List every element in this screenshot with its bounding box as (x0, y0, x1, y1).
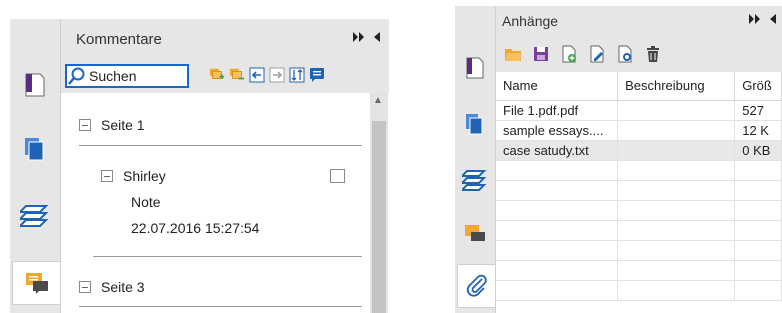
tab-page-thumbnails[interactable] (10, 63, 60, 107)
comment-type: Note (131, 194, 161, 210)
collapse-all-icon[interactable] (229, 67, 245, 83)
table-row-empty (496, 160, 782, 181)
paperclip-icon (466, 274, 487, 297)
table-row-empty (496, 200, 782, 221)
search-input[interactable]: Suchen (65, 64, 189, 88)
page-label: Seite 1 (101, 117, 145, 133)
collapse-panel-icon[interactable] (769, 14, 777, 24)
delete-icon[interactable] (644, 45, 662, 63)
panel-controls (353, 32, 381, 42)
table-row-empty (496, 220, 782, 241)
cell-name[interactable]: case satudy.txt (496, 140, 619, 161)
tab-layers[interactable] (455, 158, 495, 202)
vertical-scrollbar[interactable]: ▲ (370, 93, 388, 313)
expand-panel-icon[interactable] (749, 14, 761, 24)
table-row-empty (496, 180, 782, 201)
cell-name[interactable]: sample essays.... (496, 120, 619, 141)
tree-node-page[interactable]: Seite 3 (79, 279, 145, 295)
tab-page-thumbnails[interactable] (455, 46, 495, 90)
cell-size[interactable]: 12 K (734, 120, 782, 141)
navigation-rail (10, 19, 60, 313)
attachments-panel: Anhänge Name Beschreibung Größ File 1.pd… (455, 6, 782, 313)
attachments-table: Name Beschreibung Größ File 1.pdf.pdf 52… (496, 72, 782, 301)
separator (79, 145, 362, 146)
layers-icon (462, 170, 487, 191)
page-thumbnail-icon (466, 57, 484, 79)
import-icon[interactable] (249, 67, 265, 83)
export-icon[interactable] (269, 67, 285, 83)
pages-icon (466, 114, 483, 135)
scrollbar-thumb[interactable] (372, 121, 386, 313)
collapse-toggle-icon[interactable] (101, 170, 113, 182)
table-row-empty (496, 260, 782, 281)
table-row-selected[interactable]: case satudy.txt 0 KB (496, 140, 782, 161)
comments-icon (465, 225, 485, 241)
comments-icon (25, 273, 48, 294)
table-row-empty (496, 280, 782, 301)
comments-titlebar: Kommentare (61, 19, 389, 59)
column-header-size[interactable]: Größ (734, 72, 782, 101)
comment-timestamp: 22.07.2016 15:27:54 (131, 220, 260, 236)
tree-node-comment[interactable]: Shirley (101, 168, 166, 184)
table-row[interactable]: sample essays.... 12 K (496, 120, 782, 141)
comments-toolbar: Suchen (61, 59, 389, 93)
search-icon (68, 67, 85, 85)
collapse-panel-icon[interactable] (373, 32, 381, 42)
comment-toolbar-icons (209, 67, 325, 83)
navigation-rail (455, 6, 495, 313)
cell-description[interactable] (617, 100, 736, 121)
attachments-content: Anhänge Name Beschreibung Größ File 1.pd… (495, 6, 782, 313)
comment-options-icon[interactable] (309, 67, 325, 83)
tree-node-page[interactable]: Seite 1 (79, 117, 145, 133)
scroll-up-icon[interactable]: ▲ (373, 95, 383, 106)
cell-size[interactable]: 527 (734, 100, 782, 121)
open-folder-icon[interactable] (504, 45, 522, 63)
page-label: Seite 3 (101, 279, 145, 295)
layers-icon (20, 205, 49, 227)
comments-content: Kommentare Suchen Seite 1 Shirley Note 2… (60, 19, 389, 313)
cell-description[interactable] (617, 120, 736, 141)
sort-icon[interactable] (289, 67, 305, 83)
tab-layers[interactable] (10, 193, 60, 237)
panel-title: Anhänge (502, 13, 559, 29)
save-icon[interactable] (532, 45, 550, 63)
attachments-titlebar: Anhänge (496, 6, 782, 36)
comment-checkbox[interactable] (330, 169, 345, 183)
collapse-toggle-icon[interactable] (79, 281, 91, 293)
table-row-empty (496, 240, 782, 261)
cell-description[interactable] (617, 140, 736, 161)
cell-name[interactable]: File 1.pdf.pdf (496, 100, 619, 121)
tab-comments[interactable] (455, 212, 495, 256)
tab-comments[interactable] (12, 261, 60, 305)
comment-author: Shirley (123, 168, 166, 184)
add-file-icon[interactable] (560, 45, 578, 63)
file-properties-icon[interactable] (616, 45, 634, 63)
cell-size[interactable]: 0 KB (734, 140, 782, 161)
column-header-description[interactable]: Beschreibung (617, 72, 736, 101)
tab-pages[interactable] (455, 102, 495, 146)
collapse-toggle-icon[interactable] (79, 119, 91, 131)
separator (93, 256, 362, 257)
separator (79, 306, 362, 307)
expand-all-icon[interactable] (209, 67, 225, 83)
table-row[interactable]: File 1.pdf.pdf 527 (496, 100, 782, 121)
tab-pages[interactable] (10, 127, 60, 171)
search-placeholder: Suchen (89, 68, 137, 84)
panel-title: Kommentare (76, 31, 162, 48)
comments-panel: Kommentare Suchen Seite 1 Shirley Note 2… (10, 19, 389, 313)
comments-tree: Seite 1 Shirley Note 22.07.2016 15:27:54… (61, 93, 371, 313)
column-header-name[interactable]: Name (496, 72, 619, 101)
page-thumbnail-icon (25, 73, 45, 97)
edit-description-icon[interactable] (588, 45, 606, 63)
tab-attachments[interactable] (457, 264, 495, 308)
expand-panel-icon[interactable] (353, 32, 365, 42)
panel-controls (749, 14, 777, 24)
pages-icon (25, 138, 44, 161)
attachments-toolbar (496, 36, 782, 72)
table-header-row: Name Beschreibung Größ (496, 72, 782, 101)
